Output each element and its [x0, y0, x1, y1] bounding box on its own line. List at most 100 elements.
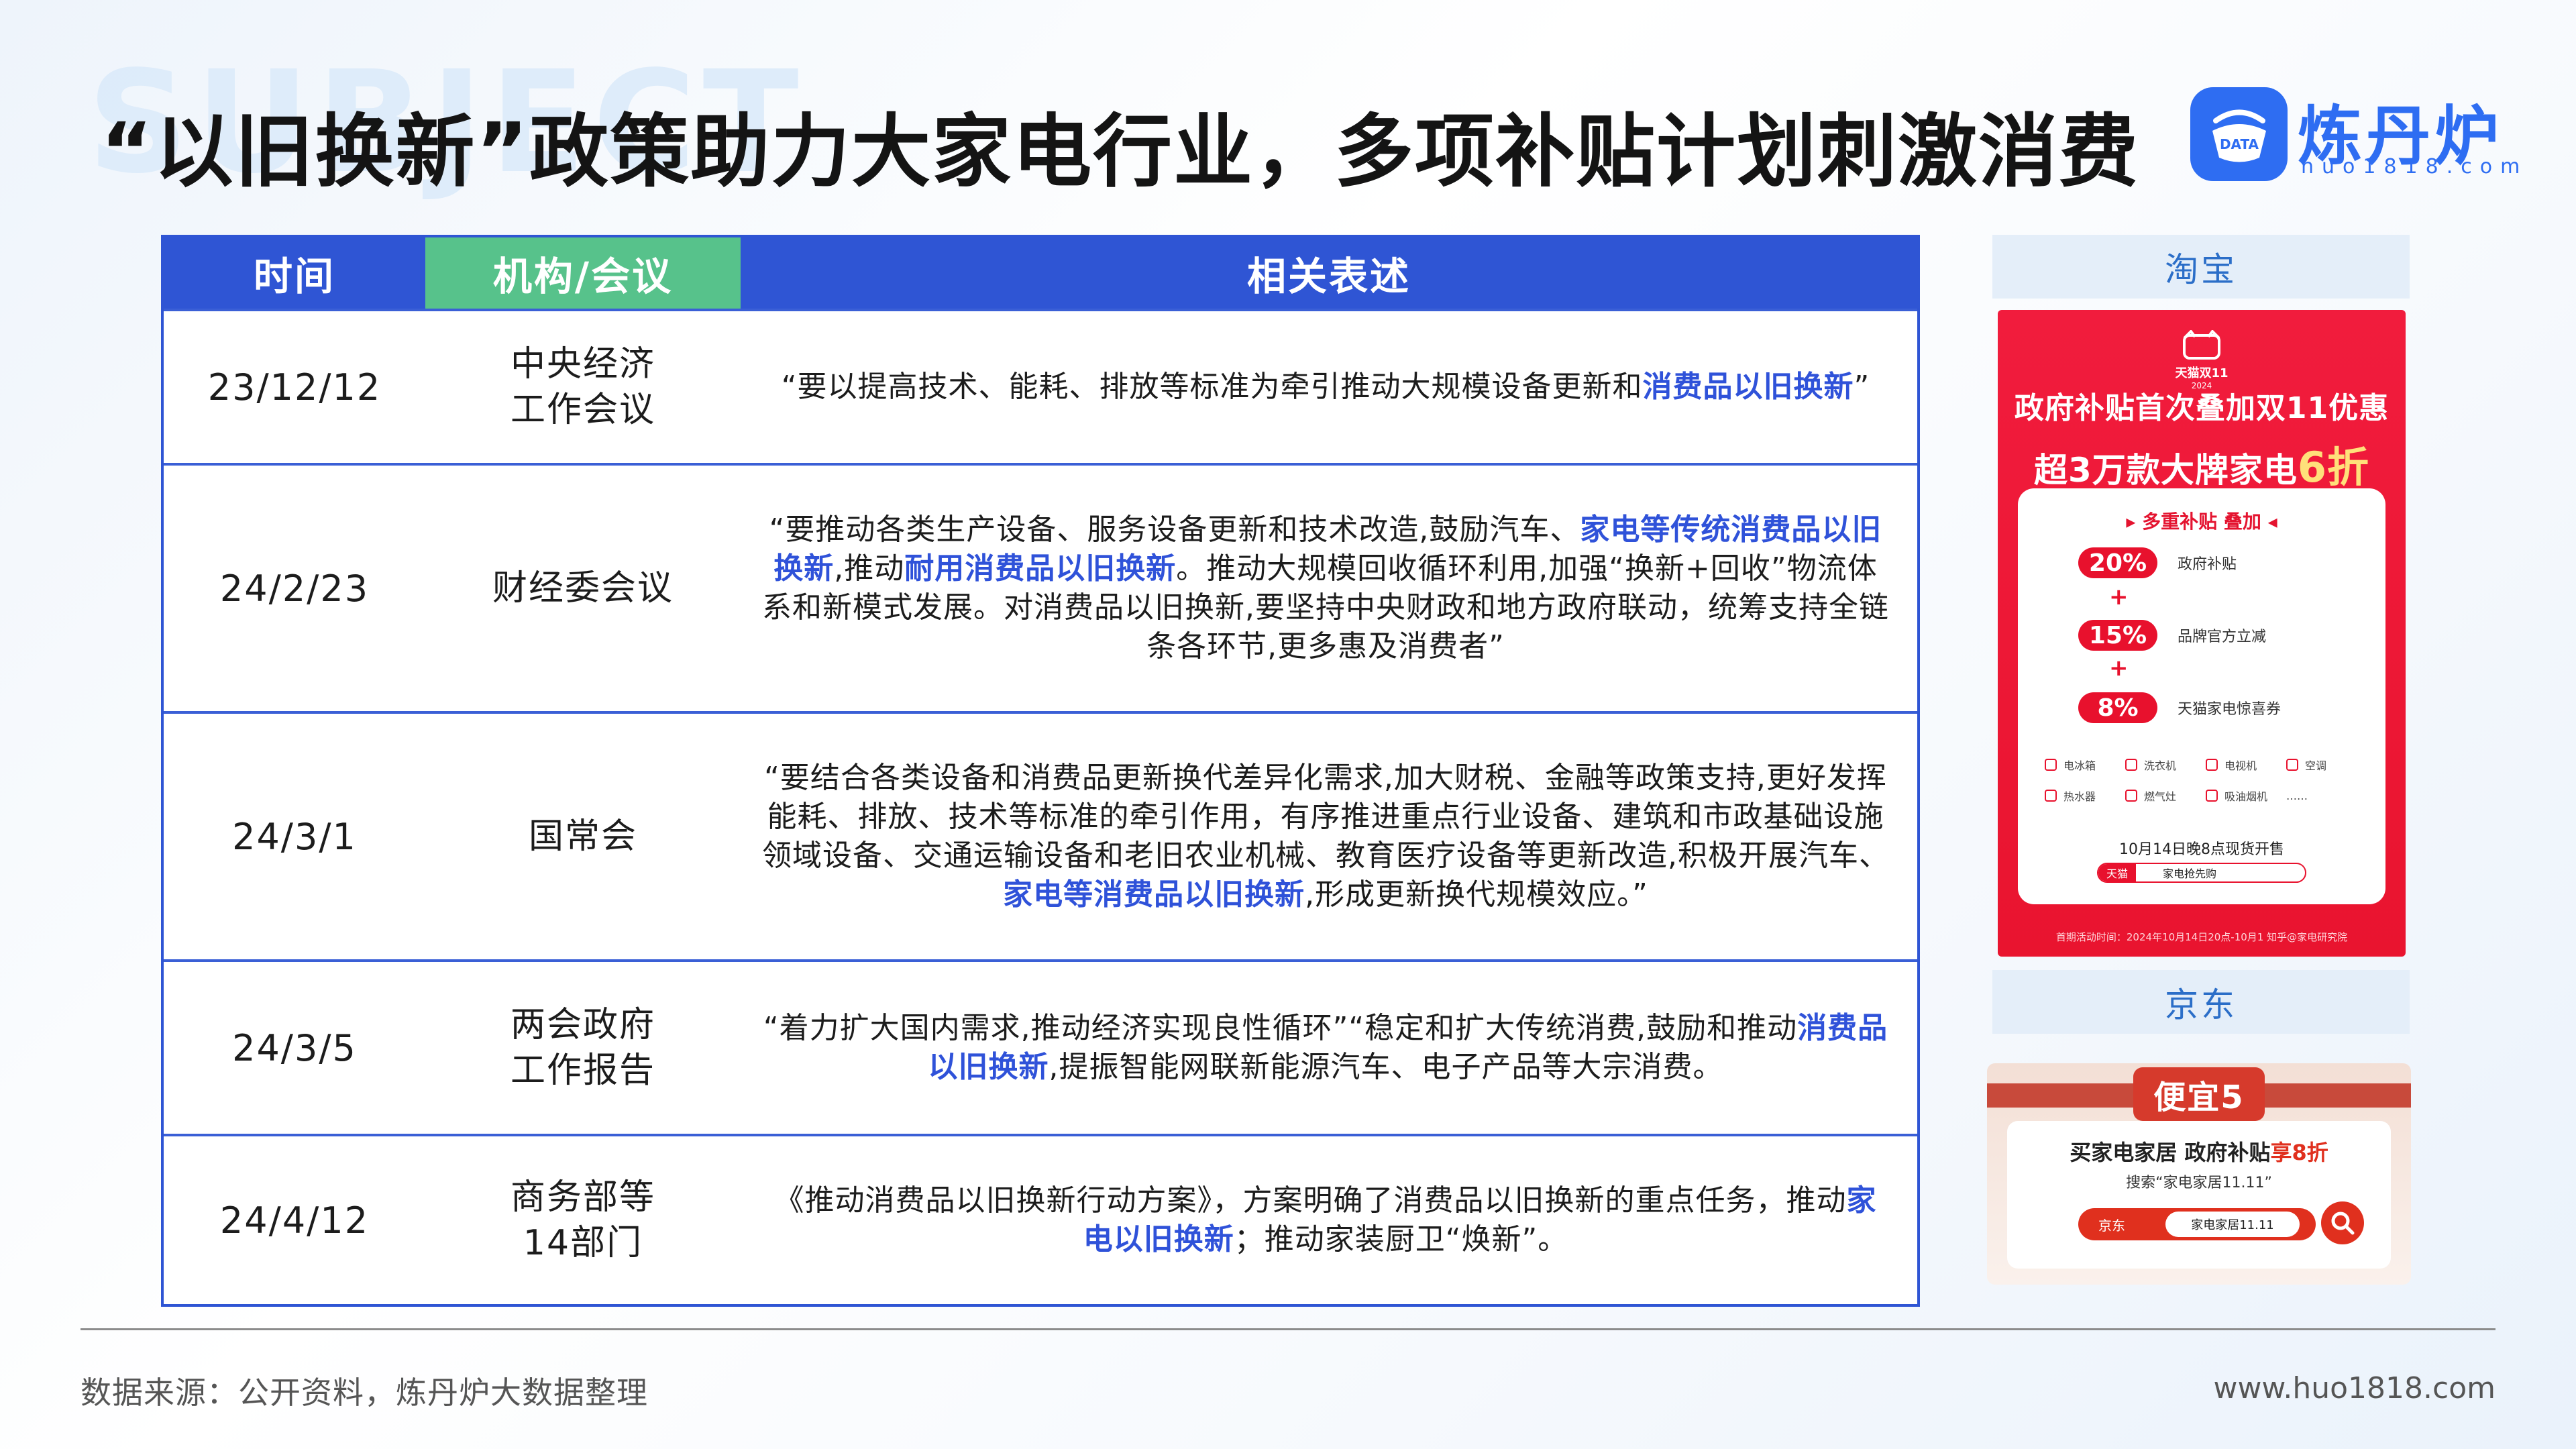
- cell-date: 24/4/12: [219, 1199, 370, 1242]
- tier-row: 15% 品牌官方立减: [2078, 619, 2266, 652]
- brand-logo: DATA 炼丹炉 huo1818.com: [2190, 84, 2520, 184]
- tier-percent: 8%: [2078, 692, 2157, 723]
- cell-org-text: 商务部等 14部门: [511, 1175, 655, 1266]
- description-segment: “要以提高技术、能耗、排放等标准为牵引推动大规模设备更新和: [781, 370, 1643, 404]
- description-segment: ,提振智能网联新能源汽车、电子产品等大宗消费。: [1049, 1050, 1723, 1084]
- org-line: 商务部等: [510, 1177, 655, 1218]
- tmall-badge: 天猫双11 2024: [2168, 329, 2235, 390]
- tier-row: 8% 天猫家电惊喜券: [2078, 691, 2281, 724]
- jd-search-field: 家电家居11.11: [2165, 1212, 2300, 1237]
- appliance-item: 热水器: [2045, 788, 2125, 804]
- org-line: 14部门: [523, 1223, 643, 1263]
- tmall-headline-2: 超3万款大牌家电6折: [1998, 433, 2406, 494]
- appliance-icon: [2125, 759, 2137, 771]
- appliance-item: 洗衣机: [2125, 757, 2206, 773]
- org-line: 工作报告: [510, 1051, 655, 1091]
- jd-card: 买家电家居 政府补贴享8折 搜索“家电家居11.11” 京东 家电家居11.11: [2007, 1121, 2391, 1269]
- org-line: 两会政府: [510, 1005, 655, 1045]
- description-segment: “要结合各类设备和消费品更新换代差异化需求,加大财税、金融等政策支持,更好发挥能…: [762, 761, 1889, 873]
- tmall-subsidy-card: ▸ 多重补贴 叠加 ◂ 20% 政府补贴 + 15% 品牌官方立减 + 8% 天…: [2018, 488, 2385, 904]
- description-text: “要以提高技术、能耗、排放等标准为牵引推动大规模设备更新和消费品以旧换新”: [782, 368, 1870, 407]
- description-segment: ,形成更新换代规模效应。”: [1305, 877, 1648, 912]
- jd-headline: 买家电家居 政府补贴享8折: [2007, 1136, 2391, 1167]
- highlighted-phrase: 消费品以旧换新: [1642, 370, 1854, 404]
- tmall-header: 天猫双11 2024 政府补贴首次叠加双11优惠 超3万款大牌家电6折: [1998, 329, 2406, 494]
- appliance-item: ……: [2286, 788, 2367, 804]
- appliance-icon: [2125, 790, 2137, 802]
- tmall-bar-brand: 天猫: [2098, 864, 2137, 881]
- cell-date: 24/3/5: [232, 1026, 357, 1069]
- tier-row: 20% 政府补贴: [2078, 546, 2237, 580]
- policy-table: 时间 机构/会议 相关表述 23/12/12 中央经济 工作会议 “要以提高技术、能耗…: [161, 235, 1920, 1307]
- cell-org: 国常会: [425, 714, 741, 959]
- jd-promo-poster: 便宜5 买家电家居 政府补贴享8折 搜索“家电家居11.11” 京东 家电家居1…: [1987, 1063, 2411, 1285]
- description-segment: ；推动家装厨卫“焕新”。: [1234, 1222, 1568, 1256]
- tmall-badge-year: 2024: [2191, 381, 2212, 390]
- header-org: 机构/会议: [425, 237, 741, 309]
- table-body: 23/12/12 中央经济 工作会议 “要以提高技术、能耗、排放等标准为牵引推动大规模…: [164, 309, 1917, 1304]
- appliance-label: 空调: [2305, 759, 2327, 772]
- cell-org: 财经委会议: [425, 466, 741, 711]
- jd-subline: 搜索“家电家居11.11”: [2126, 1175, 2272, 1191]
- appliance-label: 燃气灶: [2144, 790, 2177, 803]
- plus-icon: +: [2109, 655, 2129, 682]
- cell-description: 《推动消费品以旧换新行动方案》，方案明确了消费品以旧换新的重点任务，推动家电以旧…: [741, 1136, 1917, 1304]
- appliance-icon: [2286, 759, 2298, 771]
- tier-desc: 品牌官方立减: [2178, 629, 2267, 645]
- table-header: 时间 机构/会议 相关表述: [164, 237, 1917, 309]
- appliance-item: 空调: [2286, 757, 2367, 773]
- tier-desc: 政府补贴: [2178, 556, 2237, 573]
- appliance-label: 洗衣机: [2144, 759, 2177, 772]
- furnace-icon: DATA: [2212, 109, 2266, 162]
- tmall-badge-text: 天猫双11: [2175, 366, 2229, 380]
- taobao-label: 淘宝: [1992, 235, 2410, 299]
- footer-divider: [80, 1328, 2496, 1330]
- description-segment: “着力扩大国内需求,推动经济实现良性循环”“稳定和扩大传统消费,鼓励和推动: [763, 1011, 1798, 1045]
- magnifier-icon: [2331, 1212, 2355, 1235]
- subsidy-card-title: ▸ 多重补贴 叠加 ◂: [2126, 511, 2277, 533]
- logo-mark: DATA: [2190, 87, 2288, 181]
- jd-label: 京东: [1992, 970, 2410, 1034]
- org-line: 中央经济: [510, 344, 655, 384]
- cell-org-text: 两会政府 工作报告: [511, 1002, 655, 1093]
- cell-org-text: 国常会: [529, 814, 637, 859]
- appliance-label: 热水器: [2063, 790, 2096, 803]
- appliance-label: 电冰箱: [2063, 759, 2096, 772]
- tier-percent: 15%: [2078, 620, 2157, 651]
- header-desc: 相关表述: [741, 237, 1917, 309]
- cell-date: 24/3/1: [232, 815, 357, 858]
- appliance-label: 吸油烟机: [2224, 790, 2268, 803]
- appliance-label: ……: [2286, 789, 2308, 802]
- cell-org-text: 中央经济 工作会议: [511, 341, 655, 433]
- description-text: “要结合各类设备和消费品更新换代差异化需求,加大财税、金融等政策支持,更好发挥能…: [761, 759, 1890, 914]
- appliance-grid: 电冰箱 洗衣机 电视机 空调热水器 燃气灶 吸油烟机 ……: [2045, 757, 2367, 804]
- cell-description: “要结合各类设备和消费品更新换代差异化需求,加大财税、金融等政策支持,更好发挥能…: [741, 714, 1917, 959]
- tmall-promo-poster: 天猫双11 2024 政府补贴首次叠加双11优惠 超3万款大牌家电6折 ▸ 多重…: [1998, 310, 2406, 957]
- description-segment: 《推动消费品以旧换新行动方案》，方案明确了消费品以旧换新的重点任务，推动: [774, 1183, 1847, 1218]
- org-line: 国常会: [528, 816, 637, 857]
- jd-headline-red: 享8折: [2270, 1140, 2328, 1165]
- cell-description: “要推动各类生产设备、服务设备更新和技术改造,鼓励汽车、家电等传统消费品以旧换新…: [741, 466, 1917, 711]
- header-time: 时间: [164, 237, 425, 309]
- tmall-cat-icon: [2183, 329, 2220, 360]
- cell-org: 两会政府 工作报告: [425, 962, 741, 1134]
- cell-date: 23/12/12: [207, 366, 382, 409]
- subsidy-card-title-text: 多重补贴 叠加: [2142, 511, 2261, 533]
- cell-description: “着力扩大国内需求,推动经济实现良性循环”“稳定和扩大传统消费,鼓励和推动消费品…: [741, 962, 1917, 1134]
- description-text: 《推动消费品以旧换新行动方案》，方案明确了消费品以旧换新的重点任务，推动家电以旧…: [761, 1181, 1890, 1259]
- jd-headline-pre: 买家电家居 政府补贴: [2070, 1140, 2271, 1165]
- cell-date: 24/2/23: [219, 567, 370, 610]
- org-line: 财经委会议: [492, 568, 674, 608]
- cell-org: 商务部等 14部门: [425, 1136, 741, 1304]
- appliance-icon: [2045, 790, 2057, 802]
- page-title: “以旧换新”政策助力大家电行业，多项补贴计划刺激消费: [101, 105, 2140, 198]
- logo-url: huo1818.com: [2301, 155, 2528, 178]
- jd-search-brand: 京东: [2098, 1217, 2125, 1234]
- data-source: 数据来源：公开资料，炼丹炉大数据整理: [80, 1375, 648, 1411]
- appliance-item: 燃气灶: [2125, 788, 2206, 804]
- appliance-label: 电视机: [2224, 759, 2257, 772]
- tmall-footer: 首期活动时间：2024年10月14日20点-10月1 知乎@家电研究院: [2055, 931, 2348, 943]
- cell-org-text: 财经委会议: [492, 566, 674, 611]
- description-segment: ”: [1854, 370, 1870, 404]
- tier-desc: 天猫家电惊喜券: [2178, 701, 2282, 718]
